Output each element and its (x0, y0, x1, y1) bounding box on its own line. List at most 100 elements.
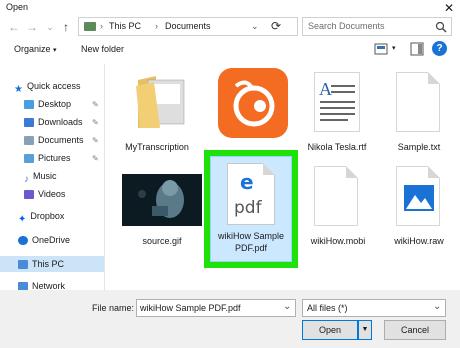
navigation-pane: ★ Quick access Desktop Downloads Document… (0, 64, 106, 290)
sidebar-item-documents[interactable]: Documents (24, 132, 84, 148)
file-item[interactable]: source.gif (112, 160, 202, 248)
help-button[interactable]: ? (432, 41, 447, 56)
sidebar-item-label: OneDrive (32, 235, 71, 245)
search-input[interactable]: Search Documents (302, 17, 452, 36)
address-dropdown-icon[interactable]: ⌄ (251, 21, 259, 32)
refresh-button[interactable]: ⟳ (269, 19, 283, 33)
file-name: wikiHow.mobi (310, 236, 366, 246)
pictures-icon (24, 154, 34, 164)
file-type-select[interactable]: All files (*) ⌄ (302, 299, 446, 317)
pdf-edge-icon: e pdf (227, 163, 275, 225)
sidebar-item-music[interactable]: ♪ Music (24, 168, 57, 185)
file-item[interactable]: wikiHow.raw (380, 160, 458, 248)
forward-button[interactable]: → (24, 19, 40, 35)
file-item[interactable]: wikiHow.mobi (300, 160, 376, 248)
navigation-pane-border (104, 64, 105, 290)
file-name-label: File name: (92, 303, 135, 313)
onedrive-icon (18, 236, 28, 246)
file-item[interactable]: MyTranscription (112, 64, 202, 152)
sidebar-item-label: Videos (38, 189, 66, 199)
star-icon: ★ (14, 84, 23, 96)
preview-pane-icon[interactable] (410, 42, 424, 56)
file-item[interactable]: Sample.txt (380, 64, 458, 152)
dropbox-icon: ✦ (18, 214, 27, 226)
folder-icon (136, 76, 185, 128)
organize-menu[interactable]: Organize ▾ (14, 44, 57, 54)
sidebar-item-network[interactable]: Network (18, 278, 65, 290)
up-button[interactable]: ↑ (58, 19, 74, 35)
network-icon (18, 282, 28, 290)
file-name: wikiHow.raw (394, 236, 444, 246)
sidebar-item-label: Dropbox (30, 211, 65, 221)
file-name-input[interactable]: wikiHow Sample PDF.pdf ⌄ (136, 299, 296, 317)
pin-icon[interactable]: ✎ (92, 154, 99, 163)
sidebar-item-videos[interactable]: Videos (24, 186, 65, 202)
back-button[interactable]: ← (6, 19, 22, 35)
file-item[interactable] (212, 64, 300, 152)
file-name-line2: PDF.pdf (234, 243, 267, 253)
sidebar-item-label: Documents (38, 135, 84, 145)
downloads-icon (24, 118, 34, 128)
file-item-selected[interactable]: e pdf wikiHow Sample PDF.pdf (210, 156, 292, 262)
pin-icon[interactable]: ✎ (92, 118, 99, 127)
cancel-button[interactable]: Cancel (384, 320, 446, 340)
sidebar-item-desktop[interactable]: Desktop (24, 96, 71, 112)
sidebar-item-label: Quick access (26, 81, 81, 91)
sidebar-item-label: Pictures (38, 153, 71, 163)
pdf-badge: pdf (234, 198, 262, 218)
title-bar: Open ✕ (0, 0, 460, 16)
uc-browser-icon (218, 68, 288, 138)
documents-icon (24, 136, 34, 146)
sidebar-item-downloads[interactable]: Downloads (24, 114, 83, 130)
image-document-icon (396, 166, 440, 226)
pin-icon[interactable]: ✎ (92, 136, 99, 145)
sidebar-item-quick-access[interactable]: ★ Quick access (14, 78, 81, 96)
sidebar-item-label: Music (33, 171, 57, 181)
sidebar-item-label: Network (32, 281, 66, 290)
breadcrumb-this-pc[interactable]: This PC (109, 21, 141, 31)
change-view-icon[interactable] (374, 42, 390, 56)
breadcrumb-separator: › (155, 21, 158, 31)
new-folder-button[interactable]: New folder (81, 44, 124, 54)
breadcrumb-separator: › (100, 21, 103, 31)
recent-locations-dropdown[interactable]: ⌄ (42, 19, 58, 35)
open-options-dropdown[interactable]: ▼ (358, 320, 372, 340)
videos-icon (24, 190, 34, 200)
sidebar-item-onedrive[interactable]: OneDrive (18, 232, 70, 248)
text-document-icon (396, 72, 440, 132)
gif-thumbnail-icon (122, 174, 202, 226)
sidebar-item-dropbox[interactable]: ✦ Dropbox (18, 208, 65, 226)
desktop-folder-icon (24, 100, 34, 110)
chevron-down-icon[interactable]: ⌄ (283, 301, 291, 312)
organize-caret-icon: ▾ (53, 47, 57, 54)
sidebar-item-label: This PC (32, 259, 65, 269)
mountain-image-icon (404, 185, 434, 211)
this-pc-icon (18, 260, 28, 270)
dialog-footer: File name: wikiHow Sample PDF.pdf ⌄ All … (0, 290, 460, 348)
close-button[interactable]: ✕ (438, 0, 460, 16)
file-type-value: All files (*) (307, 303, 348, 313)
file-name-line1: wikiHow Sample (217, 231, 285, 241)
rtf-document-icon: A (314, 72, 360, 132)
file-name: source.gif (142, 236, 182, 246)
search-placeholder: Search Documents (308, 21, 385, 31)
folder-icon (84, 22, 96, 31)
search-icon (435, 21, 447, 33)
open-button[interactable]: Open (302, 320, 358, 340)
file-name: Sample.txt (397, 142, 441, 152)
blank-document-icon (314, 166, 358, 226)
sidebar-item-this-pc[interactable]: This PC (0, 256, 104, 272)
sidebar-item-label: Downloads (38, 117, 83, 127)
chevron-down-icon: ⌄ (433, 301, 442, 312)
sidebar-item-pictures[interactable]: Pictures (24, 150, 71, 166)
pin-icon[interactable]: ✎ (92, 100, 99, 109)
view-options-caret-icon[interactable]: ▾ (392, 44, 396, 52)
breadcrumb-documents[interactable]: Documents (165, 21, 211, 31)
file-item[interactable]: A Nikola Tesla.rtf (302, 64, 372, 152)
file-name-value: wikiHow Sample PDF.pdf (140, 303, 241, 313)
organize-label: Organize (14, 44, 51, 54)
address-bar[interactable]: › This PC › Documents ⌄ (78, 17, 298, 36)
window-title: Open (6, 2, 29, 12)
sidebar-item-label: Desktop (38, 99, 72, 109)
file-name: Nikola Tesla.rtf (307, 142, 367, 152)
